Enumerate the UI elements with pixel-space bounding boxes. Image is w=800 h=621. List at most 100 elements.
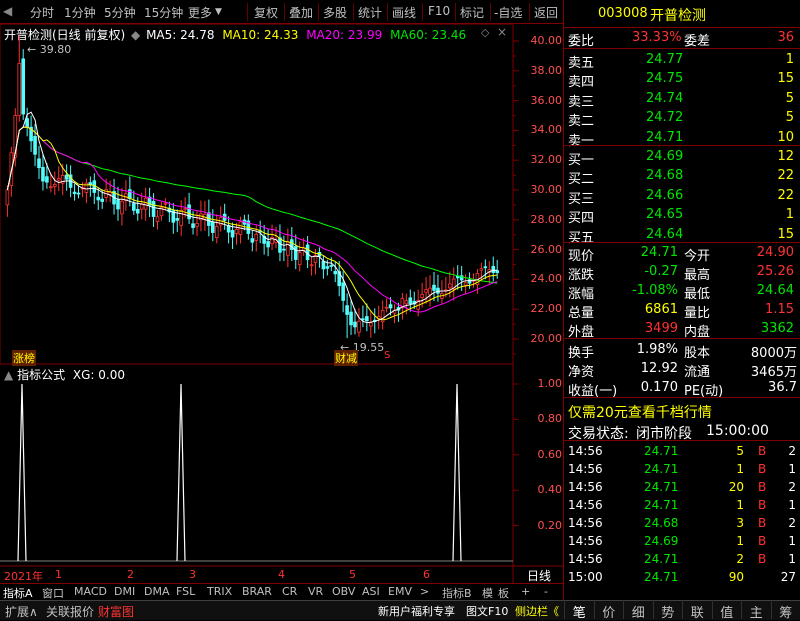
candle — [57, 166, 60, 191]
ma20-line — [7, 127, 497, 312]
quote-nav-tab[interactable]: 联 — [682, 600, 712, 619]
bid-row: 买一24.6912 — [566, 148, 800, 166]
tick-row: 14:5624.691B1 — [566, 533, 800, 551]
candle — [437, 275, 440, 302]
candle — [196, 210, 199, 236]
indicator-tab[interactable]: 板 — [498, 585, 509, 600]
indicator-tab[interactable]: BRAR — [242, 585, 272, 600]
tag-caijian[interactable]: 财减 — [334, 350, 358, 366]
quote-nav-tab[interactable]: 值 — [712, 600, 742, 619]
x-label-5: 5 — [349, 568, 356, 581]
bid-row: 买三24.6622 — [566, 187, 800, 205]
y-tick-label: 20.00 — [531, 332, 563, 345]
y-tick-label: 36.00 — [531, 94, 563, 107]
indicator-tab[interactable]: 窗口 — [42, 585, 64, 600]
promo-f10[interactable]: 图文F10 — [466, 603, 508, 619]
quote-nav-tab[interactable]: 细 — [623, 600, 653, 619]
indicator-tab[interactable]: TRIX — [207, 585, 232, 600]
indicator-tab[interactable]: OBV — [332, 585, 355, 600]
quote-nav-tab[interactable]: 主 — [741, 600, 771, 619]
promo-thousand-levels[interactable]: 仅需20元查看千档行情 — [566, 401, 800, 419]
candle — [65, 164, 68, 190]
candle — [429, 275, 432, 306]
indicator-y-tick: 0.40 — [538, 483, 563, 496]
indicator-tab[interactable]: DMI — [114, 585, 135, 600]
candle — [433, 272, 436, 301]
candle — [30, 116, 33, 152]
candle — [346, 293, 349, 338]
candle — [306, 236, 309, 268]
indicator-title[interactable]: 指标公式 — [17, 368, 65, 382]
sidebar-toggle[interactable]: 侧边栏《 — [515, 603, 559, 619]
indicator-tab[interactable]: EMV — [388, 585, 412, 600]
high-price-label: ← 39.80 — [27, 43, 71, 56]
candle — [53, 172, 56, 195]
indicator-tab[interactable]: DMA — [144, 585, 170, 600]
xg-signal-spike — [453, 384, 461, 561]
candle — [42, 154, 45, 190]
tag-zhangbang[interactable]: 涨榜 — [12, 350, 36, 366]
y-tick-label: 38.00 — [531, 64, 563, 77]
expand-button[interactable]: 扩展∧ — [5, 603, 38, 620]
related-quote-button[interactable]: 关联报价 — [46, 603, 94, 620]
candle — [294, 234, 297, 269]
candle — [362, 305, 365, 327]
candle — [227, 216, 230, 243]
indicator-tab[interactable]: ASI — [362, 585, 380, 600]
candle — [89, 176, 92, 196]
bid-row: 买四24.651 — [566, 206, 800, 224]
indicator-tab[interactable]: CR — [282, 585, 297, 600]
indicator-tab[interactable]: - — [544, 585, 548, 600]
quote-header: 003008 开普检测 — [564, 0, 800, 26]
candle — [38, 146, 41, 179]
candle — [148, 188, 151, 217]
candle — [259, 221, 262, 243]
ask-row: 卖一24.7110 — [566, 129, 800, 147]
promo-new-user[interactable]: 新用户福利专享 — [378, 603, 455, 619]
stat-row: 涨幅-1.08%最低24.64 — [566, 282, 800, 300]
indicator-tab[interactable]: 指标B — [442, 585, 472, 600]
candle — [425, 277, 428, 304]
indicator-tab[interactable]: 模 — [482, 585, 493, 600]
ask-row: 卖五24.771 — [566, 51, 800, 69]
kline-y-axis: 40.0038.0036.0034.0032.0030.0028.0026.00… — [514, 30, 562, 350]
indicator-menu-icon[interactable]: ▲ — [4, 368, 13, 382]
candle — [180, 200, 183, 236]
tick-row: 14:5624.683B2 — [566, 515, 800, 533]
indicator-tab[interactable]: FSL — [176, 585, 195, 600]
indicator-tab[interactable]: 指标A — [3, 585, 33, 600]
x-label-2: 2 — [127, 568, 134, 581]
candle — [369, 310, 372, 338]
candle — [235, 223, 238, 245]
quote-nav-tab[interactable]: 势 — [653, 600, 683, 619]
y-tick-label: 28.00 — [531, 213, 563, 226]
candle — [290, 227, 293, 261]
indicator-tab[interactable]: > — [420, 585, 429, 600]
indicator-tab[interactable]: MACD — [74, 585, 107, 600]
candle — [334, 262, 337, 282]
candle — [480, 263, 483, 282]
indicator-tab[interactable]: VR — [308, 585, 323, 600]
indicator-tab[interactable]: + — [521, 585, 530, 600]
candle — [22, 49, 25, 120]
kline-chart[interactable] — [0, 0, 563, 600]
y-tick-label: 24.00 — [531, 272, 563, 285]
tag-s[interactable]: S — [384, 350, 390, 361]
y-tick-label: 34.00 — [531, 123, 563, 136]
indicator-y-axis: 1.000.800.600.400.20 — [514, 372, 562, 562]
quote-nav-tab[interactable]: 筹 — [771, 600, 800, 619]
candle — [298, 241, 301, 271]
stat-row: 现价24.71今开24.90 — [566, 244, 800, 262]
candle — [117, 187, 120, 221]
quote-nav-tab[interactable]: 笔 — [564, 600, 594, 619]
quote-nav-tab[interactable]: 价 — [594, 600, 624, 619]
period-label[interactable]: 日线 — [527, 567, 551, 584]
stock-code: 003008 — [598, 6, 648, 21]
ma5-line — [7, 112, 497, 322]
bid-row: 买五24.6415 — [566, 226, 800, 244]
caifu-button[interactable]: 财富图 — [98, 603, 134, 620]
candle — [204, 201, 207, 231]
candle — [215, 214, 218, 243]
candle — [73, 184, 76, 201]
ma60-line — [7, 127, 497, 283]
